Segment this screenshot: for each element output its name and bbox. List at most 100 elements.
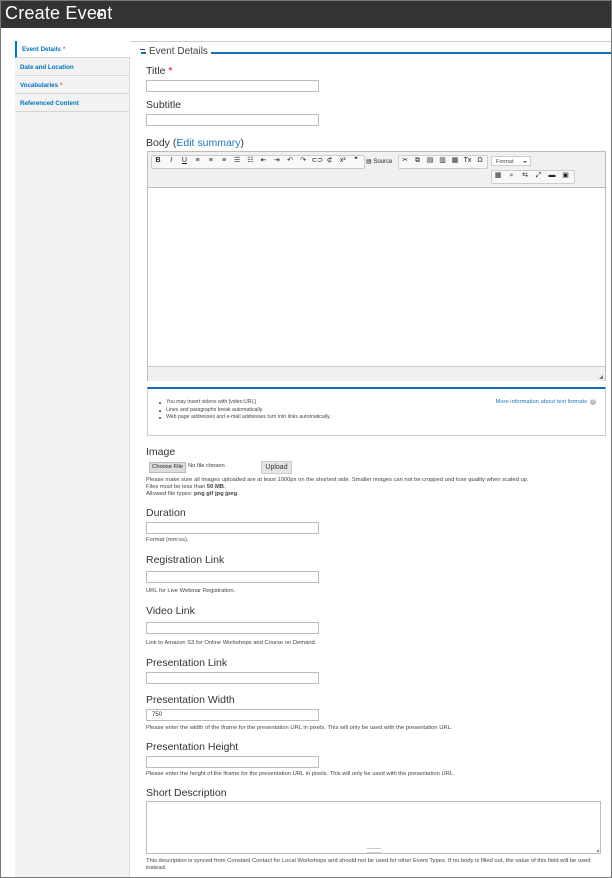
align-right-icon[interactable]: ≡ (219, 156, 229, 166)
numbered-list-icon[interactable]: ☷ (245, 156, 255, 166)
file-status: No file chosen (188, 463, 225, 469)
presentation-height-label: Presentation Height (146, 741, 239, 753)
align-left-icon[interactable]: ≡ (193, 156, 203, 166)
short-description-textarea[interactable] (146, 801, 601, 854)
title-label: Title * (146, 65, 172, 77)
remove-format-icon[interactable]: Tx (463, 156, 473, 166)
presentation-height-help: Please enter the height of the iframe fo… (146, 771, 455, 777)
list-item: Lines and paragraphs break automatically… (158, 407, 331, 415)
image-label: Image (146, 446, 176, 458)
source-label: Source (373, 159, 393, 165)
blockquote-icon[interactable]: ❞ (351, 156, 361, 166)
body-editor: B I U ≡ ≡ ≡ ☰ ☷ ⇤ ⇥ ↶ ↷ ⊂⊃ ⊄ x² ❞ ▤ Source ✂ ⧉ ▤ ▥ ▦ Tx Ω For… (147, 151, 606, 381)
tab-event-details[interactable]: Event Details * (15, 41, 130, 58)
editor-status-bar (148, 366, 605, 381)
source-icon: ▤ (366, 159, 372, 165)
tab-date-and-location[interactable]: Date and Location (15, 59, 129, 76)
registration-link-label: Registration Link (146, 554, 225, 566)
format-select[interactable]: Format (491, 156, 531, 166)
help-text: Files must be less than (146, 484, 207, 490)
italic-icon[interactable]: I (166, 156, 176, 166)
duration-input[interactable] (146, 522, 319, 534)
tab-label: Event Details (22, 46, 61, 53)
maximize-icon[interactable]: ⤢ (534, 171, 544, 181)
cut-icon[interactable]: ✂ (400, 156, 410, 166)
body-edit-area[interactable] (148, 188, 605, 366)
bulleted-list-icon[interactable]: ☰ (232, 156, 242, 166)
tips-list: You may insert videos with [video:URL] L… (158, 399, 331, 422)
textarea-grip-icon[interactable] (367, 848, 381, 853)
page-frame: Create Event Event Details * Date and Loc… (0, 0, 612, 878)
help-text: Allowed file types: (146, 491, 195, 497)
registration-link-help: URL for Live Webinar Registration. (146, 588, 236, 594)
presentation-width-label: Presentation Width (146, 694, 235, 706)
superscript-icon[interactable]: x² (338, 156, 348, 166)
required-marker: * (168, 65, 173, 77)
fieldset-legend[interactable]: Event Details (146, 46, 211, 57)
image-help-line: Allowed file types: png gif jpg jpeg. (146, 491, 606, 498)
page-header: Create Event (1, 1, 611, 28)
tab-label: Referenced Content (20, 100, 79, 107)
help-icon[interactable]: ? (590, 399, 596, 405)
outdent-icon[interactable]: ⇤ (259, 156, 269, 166)
resize-corner-icon[interactable] (596, 849, 599, 852)
copy-icon[interactable]: ⧉ (413, 156, 423, 166)
help-text: . (223, 484, 226, 490)
registration-link-input[interactable] (146, 571, 319, 583)
link-icon[interactable]: ⊂⊃ (311, 156, 323, 166)
undo-icon[interactable]: ↶ (285, 156, 295, 166)
image-icon[interactable]: ▣ (561, 171, 571, 181)
list-item: You may insert videos with [video:URL] (158, 399, 331, 407)
tab-vocabularies[interactable]: Vocabularies * (15, 77, 129, 94)
presentation-link-label: Presentation Link (146, 657, 228, 669)
paren-close: ) (240, 137, 245, 149)
list-item: Web page addresses and e-mail addresses … (158, 414, 331, 422)
title-input[interactable] (146, 80, 319, 92)
paste-word-icon[interactable]: ▦ (450, 156, 460, 166)
short-description-label: Short Description (146, 787, 227, 799)
body-label: Body (Edit summary) (146, 137, 244, 149)
table-icon[interactable]: ▦ (493, 171, 503, 181)
edit-summary-link[interactable]: Edit summary (176, 137, 240, 149)
tab-referenced-content[interactable]: Referenced Content (15, 95, 129, 112)
fieldset-collapse-marker[interactable] (140, 49, 145, 50)
find-icon[interactable]: ⌕ (507, 171, 517, 181)
upload-button[interactable]: Upload (261, 461, 292, 474)
image-help-line: Please make sure all images uploaded are… (146, 477, 529, 483)
subtitle-input[interactable] (146, 114, 319, 126)
replace-icon[interactable]: ⇆ (520, 171, 530, 181)
choose-file-button[interactable]: Choose File (149, 462, 186, 473)
video-link-help: Link to Amazon S3 for Online Workshops a… (146, 640, 317, 646)
editor-toolbar: B I U ≡ ≡ ≡ ☰ ☷ ⇤ ⇥ ↶ ↷ ⊂⊃ ⊄ x² ❞ ▤ Source ✂ ⧉ ▤ ▥ ▦ Tx Ω For… (148, 152, 605, 188)
image-help: Please make sure all images uploaded are… (146, 477, 606, 498)
required-marker: * (62, 46, 66, 53)
source-button[interactable]: ▤ Source (366, 157, 392, 167)
duration-help: Format (mm:ss). (146, 537, 189, 543)
align-center-icon[interactable]: ≡ (206, 156, 216, 166)
body-label-text: Body (146, 137, 170, 149)
vertical-tabs: Event Details * Date and Location Vocabul… (15, 41, 130, 877)
presentation-link-input[interactable] (146, 672, 319, 684)
special-char-icon[interactable]: Ω (475, 156, 485, 166)
presentation-width-help: Please enter the width of the iframe for… (146, 725, 453, 731)
video-link-label: Video Link (146, 605, 195, 617)
underline-icon[interactable]: U (179, 156, 189, 166)
title-label-text: Title (146, 65, 166, 77)
duration-label: Duration (146, 507, 186, 519)
presentation-width-input[interactable]: 750 (146, 709, 319, 721)
paste-text-icon[interactable]: ▥ (438, 156, 448, 166)
more-info-text-formats-link[interactable]: More information about text formats (495, 399, 587, 405)
short-description-help: This description is synced from Constant… (146, 858, 591, 871)
horizontal-rule-icon[interactable]: ▬ (547, 171, 557, 181)
help-text: . (237, 491, 239, 497)
bold-icon[interactable]: B (153, 156, 163, 166)
indent-icon[interactable]: ⇥ (272, 156, 282, 166)
circle-plus-icon[interactable] (97, 10, 106, 19)
presentation-height-input[interactable] (146, 756, 319, 768)
text-format-tips: You may insert videos with [video:URL] L… (147, 387, 606, 436)
video-link-input[interactable] (146, 622, 319, 634)
redo-icon[interactable]: ↷ (298, 156, 308, 166)
paste-icon[interactable]: ▤ (425, 156, 435, 166)
unlink-icon[interactable]: ⊄ (325, 156, 335, 166)
resize-grip-icon[interactable] (599, 375, 603, 379)
